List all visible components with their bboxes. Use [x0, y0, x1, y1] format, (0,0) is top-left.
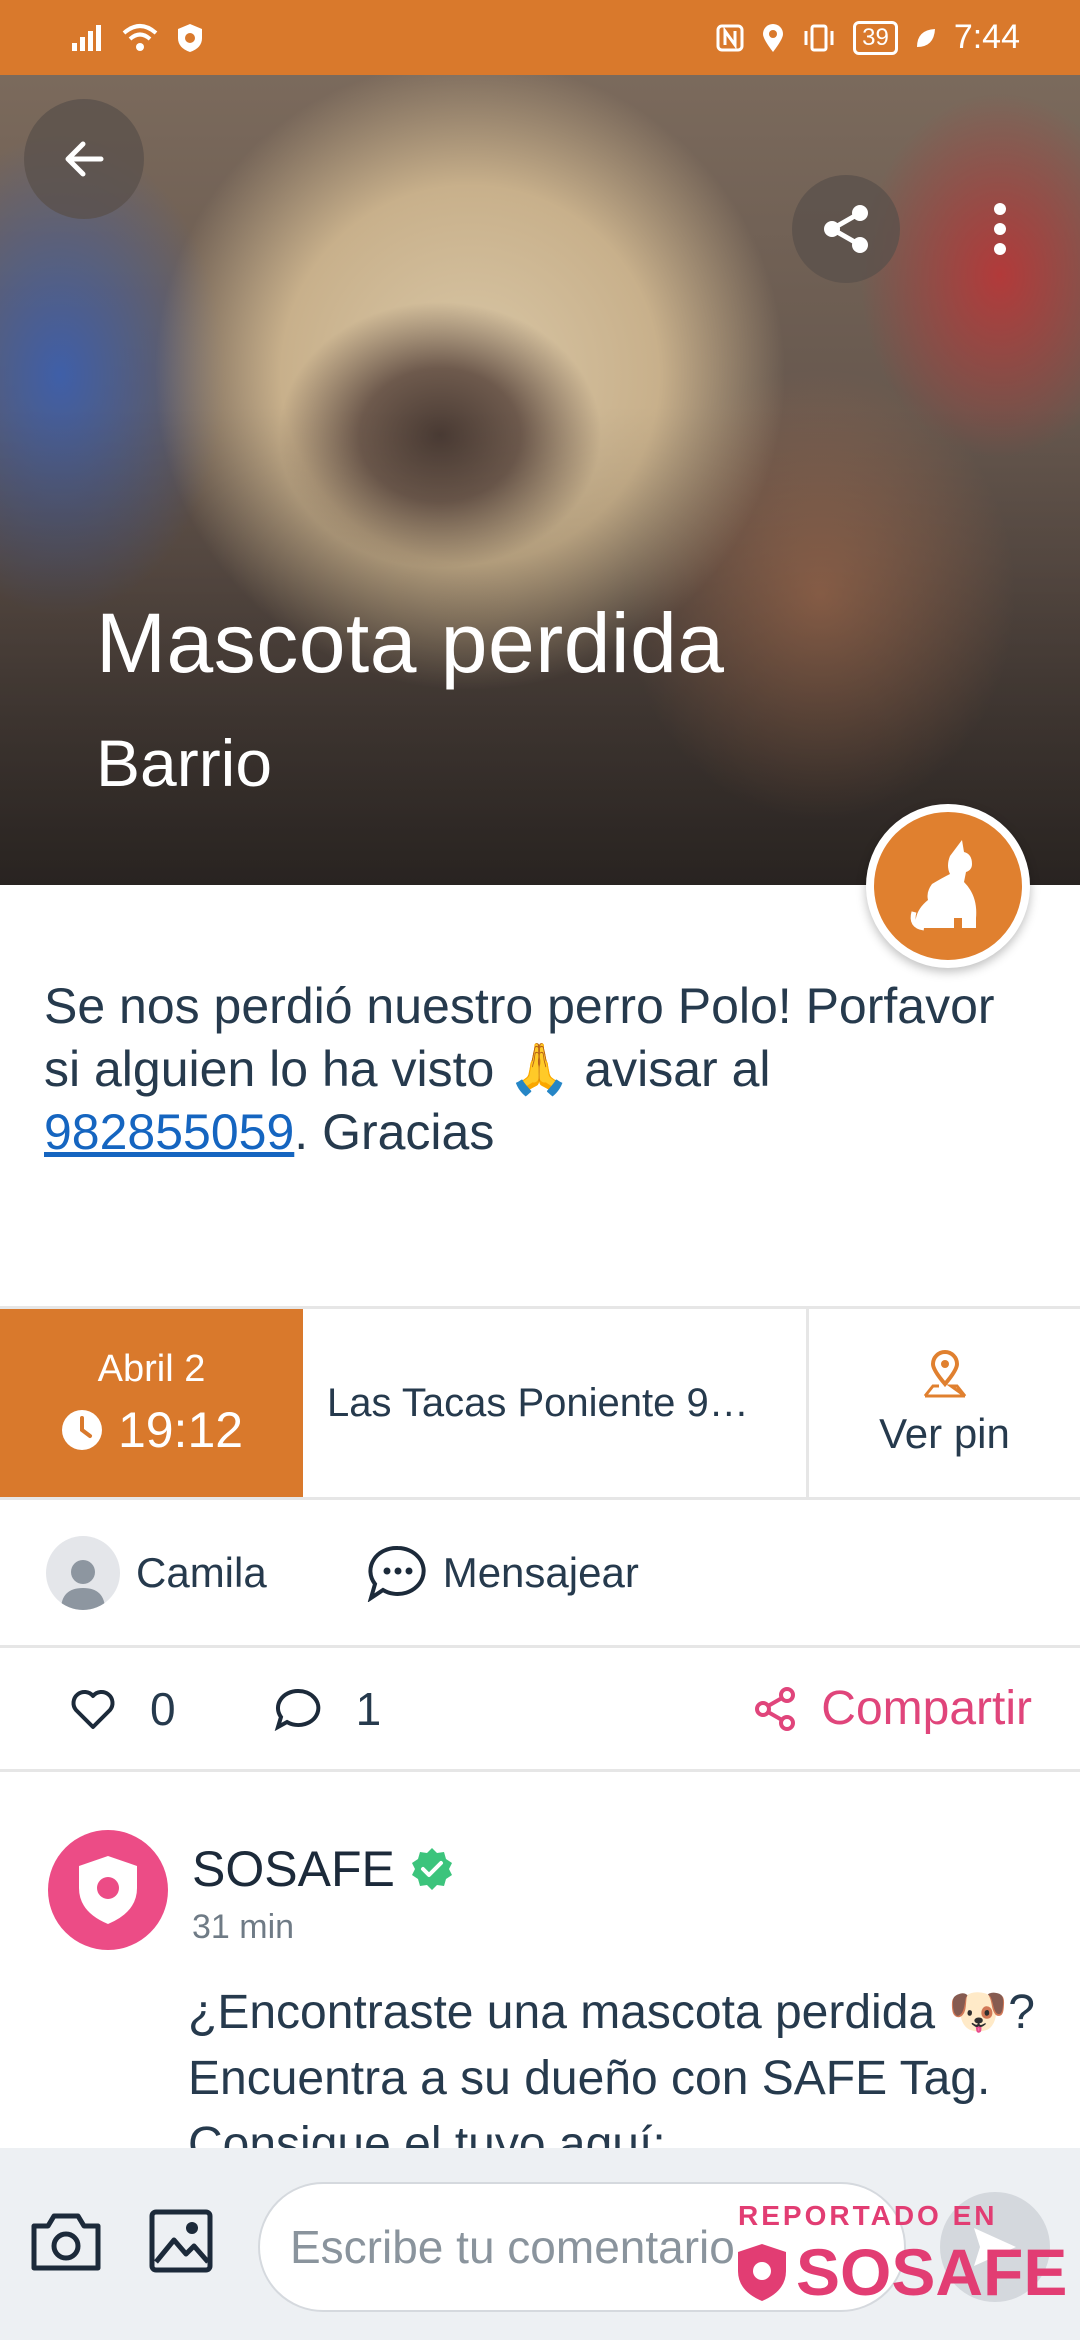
- status-clock: 7:44: [953, 18, 1020, 56]
- report-subtitle: Barrio: [96, 726, 273, 800]
- report-date: Abril 2: [97, 1347, 206, 1390]
- send-icon: [974, 2228, 1016, 2266]
- back-button[interactable]: [24, 99, 144, 219]
- more-vertical-icon: [994, 203, 1006, 255]
- nfc-icon: [715, 23, 745, 53]
- wifi-icon: [120, 23, 160, 53]
- camera-button[interactable]: [28, 2210, 104, 2279]
- author-row: Camila Mensajear: [0, 1500, 1080, 1648]
- battery-indicator: 39: [853, 20, 898, 55]
- heart-icon: [71, 1689, 115, 1729]
- shield-status-icon: [176, 22, 204, 54]
- message-label: Mensajear: [442, 1548, 639, 1596]
- date-cell: Abril 2 19:12: [0, 1309, 303, 1497]
- comment-icon: [274, 1688, 320, 1731]
- hero-image: Mascota perdida Barrio: [0, 75, 1080, 885]
- share-label: Compartir: [821, 1682, 1032, 1735]
- like-button[interactable]: 0: [70, 1682, 176, 1736]
- map-pin-icon: [923, 1350, 966, 1398]
- stats-row: 0 1 Compartir: [0, 1648, 1080, 1772]
- category-badge: [866, 804, 1030, 968]
- comment-input[interactable]: [258, 2182, 906, 2312]
- report-time: 19:12: [117, 1401, 244, 1458]
- comment-count: 1: [355, 1682, 382, 1735]
- comment-author-row: SOSAFE: [192, 1840, 455, 1898]
- view-pin-button[interactable]: Ver pin: [809, 1309, 1080, 1497]
- status-right: 39 7:44: [715, 18, 1020, 57]
- share-button[interactable]: [792, 175, 900, 283]
- clock-icon: [61, 1409, 102, 1450]
- share-action-button[interactable]: Compartir: [753, 1681, 1032, 1736]
- camera-icon: [31, 2213, 101, 2271]
- status-bar: 39 7:44: [0, 0, 1080, 75]
- signal-icon: [70, 23, 104, 53]
- report-description: Se nos perdió nuestro perro Polo! Porfav…: [44, 975, 1034, 1164]
- comment-composer: REPORTADO EN SOSAFE: [0, 2148, 1080, 2340]
- address-cell[interactable]: Las Tacas Poniente 9…: [303, 1309, 809, 1497]
- chat-bubble-icon: [367, 1545, 426, 1602]
- gallery-button[interactable]: [148, 2208, 214, 2279]
- report-time-row: 19:12: [60, 1401, 243, 1459]
- sosafe-avatar[interactable]: [48, 1830, 168, 1950]
- description-text-end: . Gracias: [294, 1104, 495, 1160]
- like-count: 0: [150, 1682, 176, 1735]
- comments-button[interactable]: 1: [274, 1682, 382, 1736]
- user-icon: [61, 1559, 105, 1610]
- location-status-icon: [761, 23, 785, 53]
- info-strip: Abril 2 19:12 Las Tacas Poniente 9… Ver …: [0, 1306, 1080, 1500]
- arrow-left-icon: [65, 141, 104, 177]
- send-button[interactable]: [940, 2192, 1050, 2302]
- comment-time: 31 min: [192, 1908, 295, 1946]
- phone-link[interactable]: 982855059: [44, 1104, 294, 1160]
- verified-badge-icon: [411, 1848, 452, 1890]
- sosafe-logo-icon: [79, 1856, 137, 1924]
- view-pin-label: Ver pin: [879, 1410, 1010, 1457]
- more-options-button[interactable]: [960, 175, 1040, 283]
- message-button[interactable]: Mensajear: [367, 1544, 639, 1602]
- report-title: Mascota perdida: [96, 596, 725, 690]
- user-name[interactable]: Camila: [136, 1549, 267, 1597]
- description-text: Se nos perdió nuestro perro Polo! Porfav…: [44, 978, 995, 1097]
- comment-author[interactable]: SOSAFE: [192, 1840, 395, 1898]
- share-pink-icon: [755, 1686, 796, 1731]
- dog-icon: [910, 840, 977, 931]
- user-avatar[interactable]: [46, 1535, 120, 1610]
- leaf-icon: [914, 26, 938, 50]
- vibrate-icon: [801, 23, 837, 53]
- status-left: [70, 22, 204, 54]
- image-icon: [149, 2209, 213, 2273]
- share-icon: [824, 205, 868, 253]
